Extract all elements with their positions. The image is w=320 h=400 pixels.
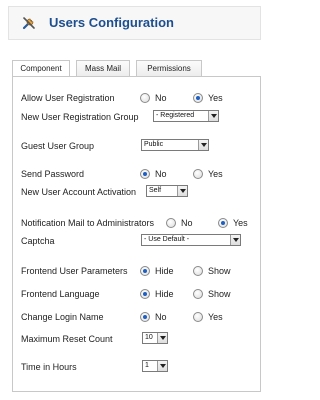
component-options-panel: Allow User Registration No Yes New User … (12, 76, 261, 392)
captcha-select[interactable]: - Use Default - (141, 234, 241, 246)
notify-admins-row: Notification Mail to Administrators No Y… (13, 216, 262, 230)
change-login-no-text: No (155, 312, 167, 322)
frontend-language-hide-text: Hide (155, 289, 174, 299)
tools-icon (22, 17, 35, 30)
frontend-params-hide-text: Hide (155, 266, 174, 276)
frontend-params-show-radio[interactable] (193, 266, 203, 276)
frontend-params-hide-radio[interactable] (140, 266, 150, 276)
chevron-down-icon (198, 140, 208, 150)
change-login-yes-radio[interactable] (193, 312, 203, 322)
frontend-language-row: Frontend Language Hide Show (13, 287, 262, 301)
page-header: Users Configuration (8, 6, 261, 40)
frontend-params-show-text: Show (208, 266, 231, 276)
frontend-language-hide-radio[interactable] (140, 289, 150, 299)
time-in-hours-value: 1 (145, 362, 149, 369)
page-title: Users Configuration (49, 15, 174, 30)
new-user-group-select[interactable]: - Registered (153, 110, 219, 122)
time-in-hours-select[interactable]: 1 (142, 360, 168, 372)
notify-admins-label: Notification Mail to Administrators (21, 218, 155, 228)
allow-registration-no-text: No (155, 93, 167, 103)
allow-registration-yes-text: Yes (208, 93, 223, 103)
captcha-value: - Use Default - (144, 236, 190, 243)
notify-admins-yes-text: Yes (233, 218, 248, 228)
allow-registration-yes-radio[interactable] (193, 93, 203, 103)
max-reset-count-row: Maximum Reset Count 10 (13, 332, 262, 346)
max-reset-count-select[interactable]: 10 (142, 332, 168, 344)
change-login-row: Change Login Name No Yes (13, 310, 262, 324)
tab-permissions[interactable]: Permissions (136, 60, 202, 77)
change-login-label: Change Login Name (21, 312, 104, 322)
chevron-down-icon (157, 361, 167, 371)
new-user-group-row: New User Registration Group - Registered (13, 110, 262, 124)
frontend-params-label: Frontend User Parameters (21, 266, 128, 276)
captcha-row: Captcha - Use Default - (13, 234, 262, 248)
guest-group-row: Guest User Group Public (13, 139, 262, 153)
time-in-hours-label: Time in Hours (21, 362, 77, 372)
guest-group-value: Public (144, 141, 164, 148)
time-in-hours-row: Time in Hours 1 (13, 360, 262, 374)
notify-admins-yes-radio[interactable] (218, 218, 228, 228)
new-user-group-label: New User Registration Group (21, 112, 139, 122)
allow-registration-label: Allow User Registration (21, 93, 115, 103)
account-activation-label: New User Account Activation (21, 187, 137, 197)
account-activation-select[interactable]: Self (146, 185, 188, 197)
frontend-language-label: Frontend Language (21, 289, 100, 299)
chevron-down-icon (177, 186, 187, 196)
allow-registration-no-radio[interactable] (140, 93, 150, 103)
frontend-params-row: Frontend User Parameters Hide Show (13, 264, 262, 278)
send-password-yes-radio[interactable] (193, 169, 203, 179)
max-reset-count-value: 10 (145, 334, 153, 341)
guest-group-label: Guest User Group (21, 141, 95, 151)
chevron-down-icon (157, 333, 167, 343)
notify-admins-no-text: No (181, 218, 193, 228)
frontend-language-show-radio[interactable] (193, 289, 203, 299)
captcha-label: Captcha (21, 236, 55, 246)
account-activation-row: New User Account Activation Self (13, 185, 262, 199)
new-user-group-value: - Registered (156, 112, 195, 119)
notify-admins-no-radio[interactable] (166, 218, 176, 228)
account-activation-value: Self (149, 187, 162, 194)
chevron-down-icon (208, 111, 218, 121)
frontend-language-show-text: Show (208, 289, 231, 299)
change-login-yes-text: Yes (208, 312, 223, 322)
send-password-no-radio[interactable] (140, 169, 150, 179)
tab-mass-mail[interactable]: Mass Mail (76, 60, 130, 77)
chevron-down-icon (230, 235, 240, 245)
send-password-row: Send Password No Yes (13, 167, 262, 181)
send-password-label: Send Password (21, 169, 85, 179)
change-login-no-radio[interactable] (140, 312, 150, 322)
send-password-yes-text: Yes (208, 169, 223, 179)
send-password-no-text: No (155, 169, 167, 179)
allow-registration-row: Allow User Registration No Yes (13, 91, 262, 105)
guest-group-select[interactable]: Public (141, 139, 209, 151)
max-reset-count-label: Maximum Reset Count (21, 334, 113, 344)
